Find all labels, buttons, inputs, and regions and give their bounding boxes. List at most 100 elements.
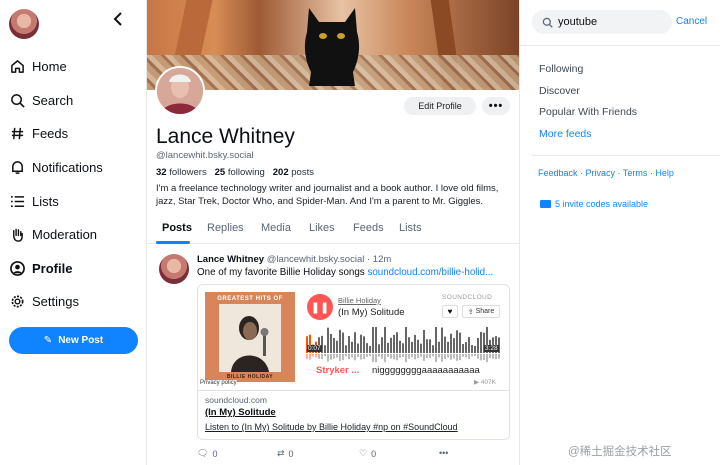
- profile-column: Edit Profile ••• Lance Whitney @lancewhi…: [146, 0, 520, 465]
- link-embed-card[interactable]: GREATEST HITS OF BILLIE HOLIDAY Privacy …: [197, 284, 510, 440]
- soundcloud-logo[interactable]: SOUNDCLOUD: [442, 294, 492, 301]
- nav-item-search[interactable]: Search: [9, 84, 103, 118]
- waveform-bar: [450, 333, 452, 353]
- waveform-bar: [366, 343, 368, 353]
- feed-link-following[interactable]: Following: [539, 63, 637, 85]
- post-more-button[interactable]: •••: [439, 448, 448, 458]
- more-feeds-link[interactable]: More feeds: [539, 128, 637, 150]
- post-author-name[interactable]: Lance Whitney: [197, 254, 264, 265]
- waveform-bar: [390, 337, 392, 353]
- share-label: Share: [475, 308, 495, 315]
- tab-posts[interactable]: Posts: [162, 222, 192, 234]
- repost-button[interactable]: ⇄ 0: [277, 448, 294, 459]
- track-artist[interactable]: Billie Holiday: [338, 296, 381, 305]
- waveform-bar: [345, 345, 347, 353]
- post-timestamp: · 12m: [366, 254, 392, 265]
- waveform-reflection: [450, 354, 452, 360]
- nav-item-profile[interactable]: Profile: [9, 252, 103, 286]
- nav-item-moderation[interactable]: Moderation: [9, 218, 103, 252]
- post-link[interactable]: soundcloud.com/billie-holid...: [367, 267, 493, 278]
- waveform-bar: [411, 341, 413, 353]
- followers-link[interactable]: 32 followers: [156, 167, 207, 178]
- nav-label: Search: [32, 92, 74, 108]
- waveform-reflection: [342, 354, 344, 361]
- nav-label: Notifications: [32, 160, 103, 176]
- nav-label: Moderation: [32, 227, 98, 243]
- invite-codes-label: 5 invite codes available: [555, 199, 649, 209]
- waveform-reflection: [441, 354, 443, 362]
- waveform-bar: [339, 329, 341, 353]
- footer-links: Feedback · Privacy · Terms · Help: [538, 168, 674, 178]
- tab-feeds[interactable]: Feeds: [353, 222, 384, 234]
- profile-banner[interactable]: [147, 0, 519, 90]
- waveform-bar: [363, 336, 365, 353]
- waveform-reflection: [384, 354, 386, 363]
- nav-list: Home Search Feeds Notifications Lists Mo…: [9, 50, 103, 319]
- nav-label: Feeds: [32, 126, 69, 142]
- search-icon: [9, 92, 25, 108]
- share-button[interactable]: ⇪ Share: [462, 305, 500, 318]
- nav-item-home[interactable]: Home: [9, 50, 103, 84]
- post-author-avatar[interactable]: [159, 254, 189, 284]
- comment-user: Stryker ...: [316, 365, 360, 376]
- feedback-link[interactable]: Feedback: [538, 168, 578, 178]
- waveform-reflection: [480, 354, 482, 361]
- pause-icon[interactable]: ❚❚: [307, 294, 333, 320]
- nav-item-notifications[interactable]: Notifications: [9, 151, 103, 185]
- following-count: 25: [214, 167, 226, 178]
- tab-lists[interactable]: Lists: [399, 222, 422, 234]
- help-link[interactable]: Help: [655, 168, 674, 178]
- new-post-button[interactable]: ✎ New Post: [9, 327, 138, 354]
- new-post-label: New Post: [58, 335, 104, 346]
- nav-label: Settings: [32, 294, 79, 310]
- cancel-search-button[interactable]: Cancel: [676, 16, 707, 27]
- heart-icon[interactable]: ♥: [442, 305, 458, 318]
- terms-link[interactable]: Terms: [623, 168, 648, 178]
- waveform[interactable]: [306, 327, 501, 363]
- tab-replies[interactable]: Replies: [207, 222, 244, 234]
- feed-link-popular-with-friends[interactable]: Popular With Friends: [539, 106, 637, 128]
- divider: [520, 45, 720, 46]
- embed-title[interactable]: (In My) Solitude: [205, 407, 502, 418]
- comment-text: niggggggggaaaaaaaaaaa: [372, 365, 480, 376]
- tab-likes[interactable]: Likes: [309, 222, 335, 234]
- waveform-reflection: [336, 354, 338, 358]
- following-link[interactable]: 25 following: [215, 167, 265, 178]
- waveform-reflection: [420, 354, 422, 357]
- more-options-button[interactable]: •••: [482, 97, 510, 115]
- like-button[interactable]: ♡ 0: [359, 448, 376, 459]
- waveform-reflection: [390, 354, 392, 359]
- avatar[interactable]: [9, 9, 39, 39]
- waveform-bar: [480, 332, 482, 353]
- nav-item-feeds[interactable]: Feeds: [9, 117, 103, 151]
- active-tab-indicator: [156, 241, 190, 244]
- soundcloud-player: GREATEST HITS OF BILLIE HOLIDAY Privacy …: [198, 285, 509, 390]
- waveform-reflection: [351, 354, 353, 358]
- waveform-bar: [432, 345, 434, 353]
- feed-link-discover[interactable]: Discover: [539, 85, 637, 107]
- privacy-policy-link[interactable]: Privacy policy: [200, 380, 237, 386]
- search-input[interactable]: youtube: [532, 10, 672, 34]
- waveform-reflection: [318, 354, 320, 359]
- reply-button[interactable]: 🗨 0: [197, 448, 217, 459]
- nav-label: Lists: [32, 193, 59, 209]
- privacy-link[interactable]: Privacy: [586, 168, 616, 178]
- waveform-bar: [447, 341, 449, 353]
- waveform-bar: [381, 337, 383, 353]
- waveform-reflection: [402, 354, 404, 357]
- waveform-reflection: [453, 354, 455, 359]
- waveform-reflection: [411, 354, 413, 358]
- waveform-reflection: [477, 354, 479, 359]
- waveform-bar: [327, 327, 329, 353]
- chevron-left-icon[interactable]: [113, 10, 129, 28]
- tab-media[interactable]: Media: [261, 222, 291, 234]
- nav-item-settings[interactable]: Settings: [9, 285, 103, 319]
- waveform-bar: [423, 329, 425, 353]
- profile-avatar[interactable]: [155, 66, 205, 116]
- reply-count: 0: [212, 448, 218, 459]
- waveform-reflection: [495, 354, 497, 360]
- invite-codes-link[interactable]: 5 invite codes available: [540, 199, 648, 209]
- nav-item-lists[interactable]: Lists: [9, 184, 103, 218]
- followers-count: 32: [156, 167, 167, 178]
- edit-profile-button[interactable]: Edit Profile: [404, 97, 476, 115]
